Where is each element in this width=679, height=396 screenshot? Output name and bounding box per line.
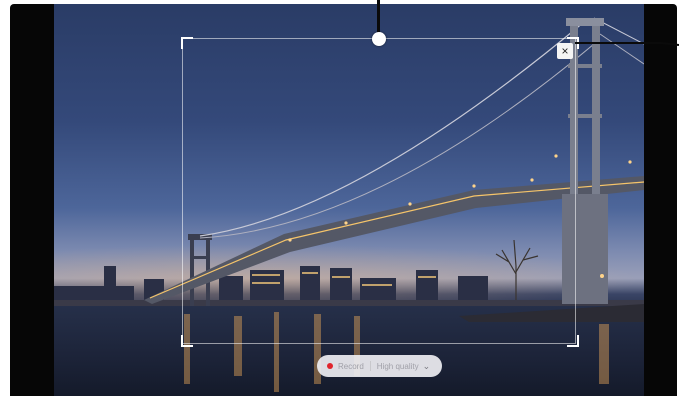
close-icon: × [561, 44, 569, 58]
chevron-down-icon[interactable]: ⌄ [423, 361, 431, 372]
quality-dropdown[interactable]: High quality [377, 362, 419, 371]
corner-handle-bottom-right[interactable] [567, 335, 579, 347]
move-handle-icon[interactable] [372, 32, 386, 46]
callout-line-top [377, 0, 380, 33]
recording-area-frame[interactable] [182, 38, 576, 344]
close-button[interactable]: × [557, 43, 573, 59]
record-dot-icon [327, 363, 333, 369]
callout-line-right [575, 42, 679, 46]
corner-handle-top-left[interactable] [181, 37, 193, 49]
toolbar-divider [369, 361, 371, 371]
corner-handle-bottom-left[interactable] [181, 335, 193, 347]
record-button[interactable]: Record [338, 362, 364, 371]
recording-toolbar: Record High quality ⌄ [317, 355, 442, 377]
